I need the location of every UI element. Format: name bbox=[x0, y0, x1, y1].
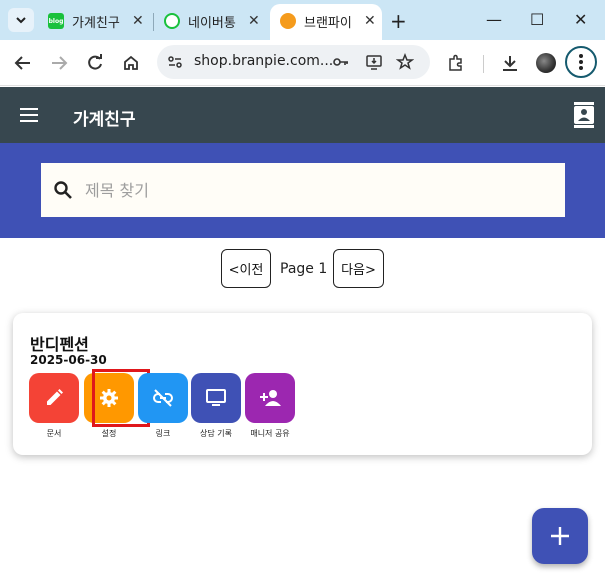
back-button[interactable] bbox=[13, 53, 33, 73]
home-button[interactable] bbox=[121, 53, 141, 73]
maximize-icon[interactable]: ☐ bbox=[530, 10, 544, 29]
search-icon bbox=[54, 181, 72, 199]
person-add-icon bbox=[260, 390, 281, 406]
tab-title: 가계친구 bbox=[72, 15, 120, 31]
consult-log-button[interactable] bbox=[191, 373, 241, 423]
search-input[interactable] bbox=[85, 177, 545, 203]
browser-tab-2[interactable]: 네이버통 ✕ bbox=[164, 8, 260, 34]
card-title: 반디펜션 bbox=[30, 335, 89, 354]
add-fab-button[interactable] bbox=[532, 508, 588, 564]
branpie-icon bbox=[280, 13, 296, 29]
menu-icon[interactable] bbox=[20, 108, 38, 122]
app-title: 가계친구 bbox=[73, 110, 136, 130]
site-info-icon[interactable] bbox=[165, 52, 185, 72]
minimize-icon[interactable]: — bbox=[486, 10, 502, 29]
profile-avatar[interactable] bbox=[536, 53, 556, 73]
browser-toolbar: shop.branpie.com... bbox=[0, 40, 605, 86]
browser-menu-button[interactable] bbox=[565, 46, 597, 78]
reload-icon bbox=[88, 54, 102, 70]
key-icon[interactable] bbox=[331, 52, 351, 72]
next-page-button[interactable]: 다음> bbox=[333, 249, 384, 288]
search-box[interactable] bbox=[41, 163, 565, 217]
manager-share-button[interactable] bbox=[245, 373, 295, 423]
browser-tab-1[interactable]: blog 가계친구 ✕ bbox=[48, 8, 144, 34]
record-card: 반디펜션 2025-06-30 문서 설정 링크 상담 기록 매니저 공유 bbox=[13, 313, 592, 455]
more-vertical-icon bbox=[579, 54, 583, 70]
install-app-icon[interactable] bbox=[364, 52, 384, 72]
prev-page-button[interactable]: <이전 bbox=[221, 249, 271, 288]
bookmark-star-icon[interactable] bbox=[395, 52, 415, 72]
link-button[interactable] bbox=[138, 373, 188, 423]
close-icon[interactable]: ✕ bbox=[132, 13, 144, 29]
download-icon bbox=[503, 56, 517, 71]
app-bar: 가계친구 bbox=[0, 87, 605, 143]
link-off-icon bbox=[153, 389, 173, 407]
pencil-icon bbox=[47, 389, 63, 405]
close-icon[interactable]: ✕ bbox=[248, 13, 260, 29]
card-date: 2025-06-30 bbox=[30, 353, 107, 367]
naver-icon bbox=[164, 13, 180, 29]
extensions-button[interactable] bbox=[446, 53, 466, 73]
new-tab-button[interactable]: + bbox=[390, 9, 407, 33]
manager-share-label: 매니저 공유 bbox=[250, 429, 290, 438]
reload-button[interactable] bbox=[85, 53, 105, 73]
close-window-icon[interactable]: ✕ bbox=[574, 10, 587, 29]
contacts-icon[interactable] bbox=[573, 102, 595, 132]
address-url: shop.branpie.com... bbox=[194, 53, 334, 69]
downloads-button[interactable] bbox=[500, 53, 520, 73]
tab-search-button[interactable] bbox=[8, 8, 34, 32]
monitor-icon bbox=[206, 389, 226, 406]
blog-icon: blog bbox=[48, 13, 64, 29]
browser-tab-3[interactable]: 브랜파이 ✕ bbox=[280, 8, 376, 34]
page-indicator: Page 1 bbox=[280, 261, 328, 277]
search-section bbox=[0, 143, 605, 238]
browser-tabstrip: blog 가계친구 ✕ 네이버통 ✕ 브랜파이 ✕ + — ☐ ✕ bbox=[0, 0, 605, 40]
tab-title: 브랜파이 bbox=[304, 15, 352, 31]
puzzle-icon bbox=[449, 54, 462, 71]
toolbar-divider bbox=[483, 55, 484, 73]
home-icon bbox=[124, 55, 138, 70]
arrow-right-icon bbox=[52, 56, 68, 70]
tab-title: 네이버통 bbox=[188, 15, 236, 31]
chevron-down-icon bbox=[16, 17, 26, 24]
arrow-left-icon bbox=[14, 56, 30, 70]
forward-button[interactable] bbox=[49, 53, 69, 73]
address-bar[interactable]: shop.branpie.com... bbox=[157, 45, 430, 79]
document-button[interactable] bbox=[29, 373, 79, 423]
close-icon[interactable]: ✕ bbox=[364, 13, 376, 29]
tab-separator bbox=[153, 13, 154, 31]
plus-icon bbox=[551, 527, 569, 545]
